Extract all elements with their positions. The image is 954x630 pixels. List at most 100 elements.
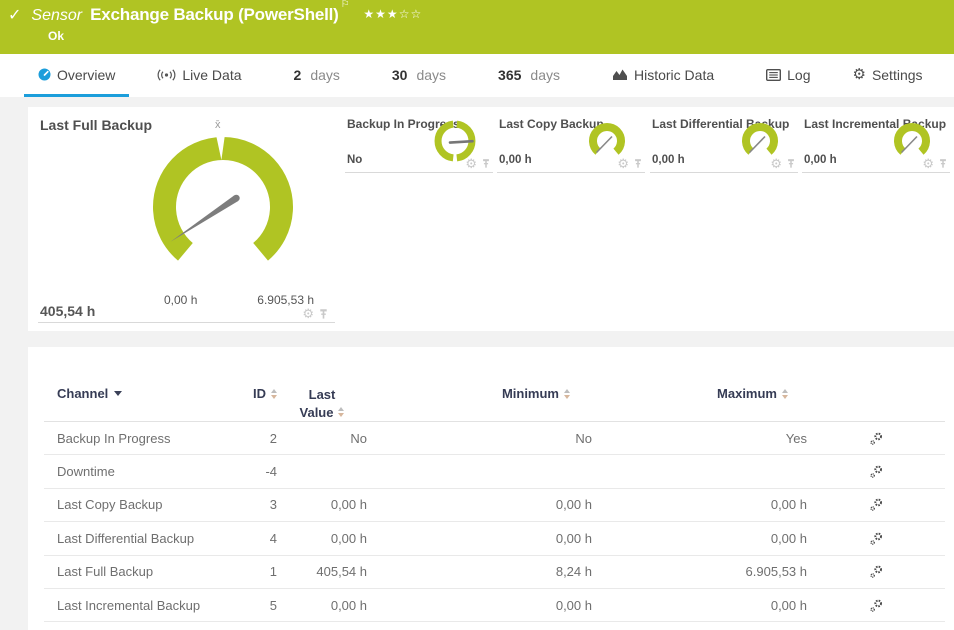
sensor-status-banner: ✓ Sensor Exchange Backup (PowerShell)⚐ ★… (0, 0, 954, 54)
panel-gear-icon[interactable]: ⚙ (302, 307, 314, 320)
channel-id-cell: 4 (229, 531, 277, 546)
tab-bar: Overview Live Data 2days 30days 365days … (0, 54, 954, 97)
tab-number: 30 (392, 67, 408, 83)
tab-settings[interactable]: ⚙ Settings (838, 61, 936, 97)
table-row: Last Differential Backup 4 0,00 h 0,00 h… (44, 522, 945, 555)
minimum-cell: 0,00 h (367, 497, 592, 512)
channel-settings-cell (807, 564, 945, 579)
gauge-value: 0,00 h (652, 154, 685, 166)
tab-30-days[interactable]: 30 days (378, 61, 460, 97)
channel-id-cell: 5 (229, 598, 277, 613)
area-chart-icon (612, 68, 628, 81)
column-header-last-value[interactable]: Last Value (277, 386, 367, 421)
minimum-cell: 8,24 h (367, 564, 592, 579)
channel-settings-cell (807, 531, 945, 546)
gauge-panel-last-differential-backup: Last Differential Backup 0,00 h ⚙ (650, 115, 798, 173)
column-header-minimum[interactable]: Minimum (367, 386, 592, 401)
tab-2-days[interactable]: 2 days (280, 61, 354, 97)
log-list-icon (766, 69, 781, 81)
live-broadcast-icon (157, 69, 176, 81)
column-header-channel[interactable]: Channel (44, 386, 229, 401)
channel-id-cell: 3 (229, 497, 277, 512)
tab-historic-data[interactable]: Historic Data (598, 61, 728, 97)
channels-table: Channel ID Last Value Minimum Maximum (28, 347, 954, 622)
gauge-panel-last-copy-backup: Last Copy Backup 0,00 h ⚙ (497, 115, 645, 173)
status-badge: Ok (48, 29, 64, 43)
channel-edit-gears-icon[interactable] (869, 564, 884, 579)
pin-icon[interactable] (633, 158, 643, 169)
gauge-value: 0,00 h (499, 154, 532, 166)
tab-unit: days (416, 67, 446, 83)
channel-edit-gears-icon[interactable] (869, 464, 884, 479)
gauge-value: No (347, 154, 362, 166)
panel-gear-icon[interactable]: ⚙ (617, 157, 629, 170)
sort-arrows-icon (782, 389, 788, 399)
tab-log[interactable]: Log (752, 61, 824, 97)
last-value-cell: No (277, 431, 367, 446)
minimum-cell: 0,00 h (367, 598, 592, 613)
panel-gear-icon[interactable]: ⚙ (922, 157, 934, 170)
pin-icon[interactable] (786, 158, 796, 169)
last-value-cell: 0,00 h (277, 531, 367, 546)
pin-icon[interactable] (318, 308, 329, 320)
tab-live-data[interactable]: Live Data (143, 61, 255, 97)
gauge-icon (38, 68, 51, 81)
channel-edit-gears-icon[interactable] (869, 531, 884, 546)
channel-edit-gears-icon[interactable] (869, 598, 884, 613)
tab-label: Overview (57, 67, 115, 83)
gauge-max-label: 6.905,53 h (226, 293, 314, 307)
table-row: Downtime -4 (44, 455, 945, 488)
tab-unit: days (310, 67, 340, 83)
maximum-cell: Yes (592, 431, 807, 446)
channel-id-cell: -4 (229, 464, 277, 479)
column-header-id[interactable]: ID (229, 386, 277, 401)
channels-table-card: Channel ID Last Value Minimum Maximum (28, 347, 954, 630)
minimum-cell: 0,00 h (367, 531, 592, 546)
radial-gauge (151, 135, 351, 280)
gauge-value: 405,54 h (40, 303, 95, 319)
pin-icon[interactable] (481, 158, 491, 169)
table-row: Backup In Progress 2 No No Yes (44, 422, 945, 455)
last-value-cell: 405,54 h (277, 564, 367, 579)
sort-arrows-icon (564, 389, 570, 399)
channel-settings-cell (807, 598, 945, 613)
tab-365-days[interactable]: 365 days (484, 61, 574, 97)
sort-caret-icon (114, 391, 122, 396)
status-check-icon: ✓ (8, 5, 21, 25)
tab-number: 365 (498, 67, 521, 83)
channel-table-body: Backup In Progress 2 No No Yes Downtime … (44, 422, 945, 622)
pin-icon[interactable] (938, 158, 948, 169)
channel-id-cell: 1 (229, 564, 277, 579)
gauge-panel-last-full-backup: Last Full Backup x̄ 0,00 h 6.905,53 h 40… (28, 107, 337, 331)
panel-gear-icon[interactable]: ⚙ (465, 157, 477, 170)
channel-edit-gears-icon[interactable] (869, 497, 884, 512)
channel-name-cell: Backup In Progress (44, 431, 229, 446)
channel-name-cell: Last Copy Backup (44, 497, 229, 512)
channel-settings-cell (807, 431, 945, 446)
maximum-cell: 0,00 h (592, 531, 807, 546)
channel-name-cell: Last Incremental Backup (44, 598, 229, 613)
tab-number: 2 (294, 67, 302, 83)
channel-name-cell: Last Differential Backup (44, 531, 229, 546)
tab-overview[interactable]: Overview (24, 61, 129, 97)
column-header-maximum[interactable]: Maximum (592, 386, 807, 401)
maximum-cell: 0,00 h (592, 598, 807, 613)
minimum-cell: No (367, 431, 592, 446)
channel-id-cell: 2 (229, 431, 277, 446)
tab-label: Log (787, 67, 810, 83)
priority-stars[interactable]: ★★★☆☆ (363, 7, 422, 21)
gauge-title: Last Full Backup (40, 117, 152, 133)
channel-name-cell: Last Full Backup (44, 564, 229, 579)
maximum-cell: 6.905,53 h (592, 564, 807, 579)
panel-gear-icon[interactable]: ⚙ (770, 157, 782, 170)
sort-arrows-icon (338, 407, 344, 417)
tab-label: Historic Data (634, 67, 714, 83)
panel-divider (38, 322, 335, 323)
gauges-card: Last Full Backup x̄ 0,00 h 6.905,53 h 40… (28, 107, 954, 331)
tab-label: Live Data (182, 67, 241, 83)
gauge-value: 0,00 h (804, 154, 837, 166)
gauge-min-label: 0,00 h (164, 293, 197, 307)
maximum-cell: 0,00 h (592, 497, 807, 512)
channel-edit-gears-icon[interactable] (869, 431, 884, 446)
tab-unit: days (530, 67, 560, 83)
